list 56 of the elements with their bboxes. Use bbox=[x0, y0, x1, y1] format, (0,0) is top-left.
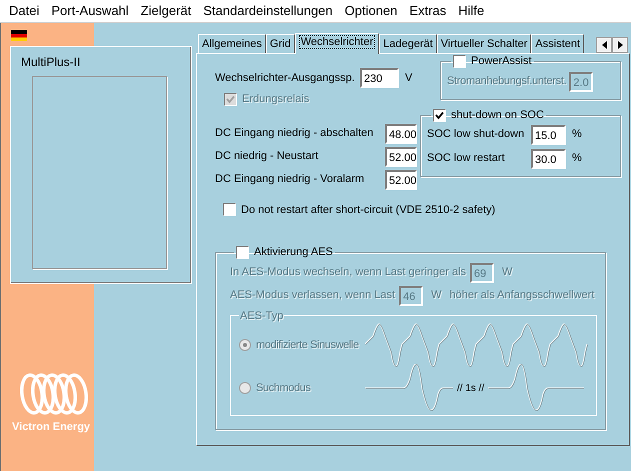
field-label: Stromanhebungsf.unterst. bbox=[447, 74, 566, 90]
checkbox-label: Do not restart after short-circuit (VDE 2510-2 safety) bbox=[241, 202, 496, 218]
input-field[interactable]: 52.00 bbox=[385, 170, 417, 190]
checkbox-label: Erdungsrelais bbox=[242, 92, 310, 107]
input-field[interactable]: 52.00 bbox=[385, 146, 417, 166]
left-arrow-icon bbox=[602, 41, 606, 49]
checkbox-label: PowerAssist bbox=[471, 54, 532, 69]
checkbox[interactable] bbox=[223, 203, 236, 216]
interval-label: // 1s // bbox=[457, 382, 484, 396]
unit-label: W bbox=[431, 288, 442, 304]
radio-button[interactable] bbox=[239, 339, 251, 351]
tab[interactable]: Ladegerät bbox=[379, 34, 437, 53]
tab[interactable]: Grid bbox=[266, 34, 295, 53]
checkbox[interactable] bbox=[433, 108, 446, 122]
checkbox-label: shut-down on SOC bbox=[451, 108, 544, 123]
group-title: AES-Typ bbox=[239, 308, 284, 324]
menu-item[interactable]: Zielgerät bbox=[134, 1, 198, 21]
field-label: Wechselrichter-Ausgangssp. bbox=[215, 70, 356, 86]
tab[interactable]: Virtueller Schalter bbox=[436, 34, 532, 53]
radio-label: Suchmodus bbox=[256, 380, 310, 396]
input-field[interactable]: 15.0 bbox=[531, 124, 566, 144]
field-label: AES-Modus verlassen, wenn Last bbox=[230, 288, 396, 304]
tab[interactable]: Wechselrichter bbox=[294, 33, 380, 54]
field-label: SOC low restart bbox=[427, 151, 506, 166]
field-label: In AES-Modus wechseln, wenn Last geringer als bbox=[230, 265, 466, 280]
checkbox-label: Aktivierung AES bbox=[254, 245, 333, 260]
checkbox[interactable] bbox=[236, 246, 249, 259]
menu-item[interactable]: Extras bbox=[403, 1, 452, 21]
menu-item[interactable]: Optionen bbox=[338, 1, 404, 21]
unit-label: V bbox=[405, 70, 412, 86]
field-label: DC niedrig - Neustart bbox=[215, 149, 320, 164]
input-field[interactable]: 30.0 bbox=[531, 148, 566, 168]
right-arrow-icon bbox=[618, 41, 622, 49]
tab[interactable]: Allgemeines bbox=[198, 34, 266, 53]
input-field[interactable]: 230 bbox=[360, 68, 399, 88]
input-field[interactable]: 48.00 bbox=[385, 124, 417, 144]
checkbox[interactable] bbox=[453, 54, 466, 68]
menu-item[interactable]: Port-Auswahl bbox=[45, 1, 135, 21]
unit-label: W bbox=[502, 265, 512, 280]
radio-label: modifizierte Sinuswelle bbox=[256, 338, 359, 353]
menu-item[interactable]: Datei bbox=[3, 1, 46, 21]
tab-scroll-left-button[interactable] bbox=[596, 37, 612, 53]
field-label: höher als Anfangsschwellwert bbox=[449, 288, 594, 304]
unit-label: % bbox=[572, 151, 582, 166]
flag-icon bbox=[11, 30, 27, 41]
field-label: DC Eingang niedrig - Voralarm bbox=[215, 172, 366, 188]
tab[interactable]: Assistent bbox=[531, 34, 584, 53]
radio-button[interactable] bbox=[239, 382, 251, 394]
menu-item[interactable]: Hilfe bbox=[452, 1, 490, 21]
field-label: DC Eingang niedrig - abschalten bbox=[215, 126, 374, 142]
logo-text: Victron Energy bbox=[12, 420, 90, 435]
field-label: SOC low shut-down bbox=[427, 127, 526, 142]
device-title: MultiPlus-II bbox=[21, 54, 82, 71]
tab-scroll-right-button[interactable] bbox=[612, 37, 628, 53]
unit-label: % bbox=[572, 127, 582, 142]
menu-item[interactable]: Standardeinstellungen bbox=[197, 1, 339, 21]
